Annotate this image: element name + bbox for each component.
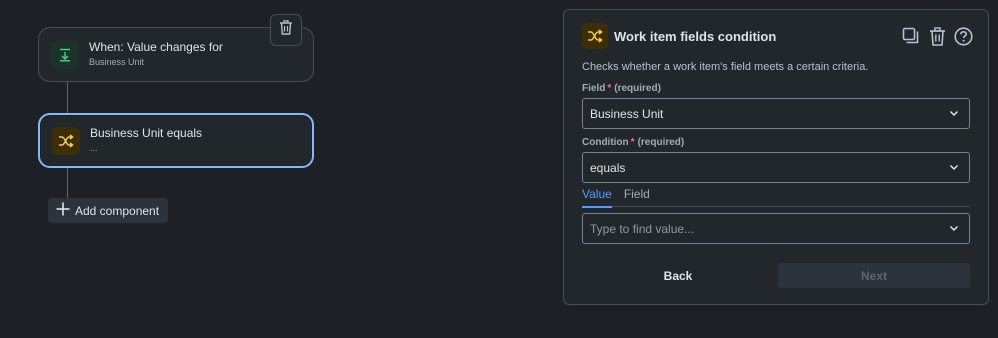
condition-select-value: equals: [590, 160, 626, 175]
panel-title: Work item fields condition: [614, 28, 777, 44]
field-select[interactable]: Business Unit: [582, 98, 970, 129]
next-button[interactable]: Next: [778, 263, 970, 288]
add-component-button[interactable]: Add component: [48, 198, 169, 223]
shuffle-icon: [582, 23, 608, 49]
trash-icon[interactable]: [926, 25, 948, 47]
condition-node-subtitle: ...: [90, 143, 98, 153]
condition-node[interactable]: Business Unit equals ...: [38, 113, 314, 168]
panel-header: Work item fields condition: [582, 23, 974, 49]
condition-node-title: Business Unit equals: [90, 126, 203, 140]
value-source-tabs: Value Field: [582, 187, 970, 208]
copy-icon[interactable]: [900, 25, 922, 47]
shuffle-icon: [52, 126, 80, 155]
connector-line: [67, 168, 68, 198]
field-label: Field * (required): [582, 83, 661, 94]
download-arrow-icon: [51, 40, 79, 69]
trash-icon: [279, 20, 293, 40]
tab-field[interactable]: Field: [624, 187, 650, 207]
help-icon[interactable]: [952, 25, 974, 47]
condition-label: Condition * (required): [582, 137, 685, 148]
back-button[interactable]: Back: [582, 263, 774, 288]
condition-config-panel: Work item fields condition Checks whethe…: [563, 9, 989, 305]
panel-description: Checks whether a work item's field meets…: [582, 61, 869, 73]
plus-icon: [55, 201, 75, 220]
value-search-placeholder: Type to find value...: [590, 221, 695, 236]
add-component-label: Add component: [75, 203, 160, 218]
tab-value[interactable]: Value: [582, 187, 612, 208]
trigger-node-subtitle: Business Unit: [89, 57, 145, 67]
value-search-input[interactable]: Type to find value...: [582, 213, 970, 244]
trigger-node-title: When: Value changes for: [89, 40, 223, 54]
connector-line: [67, 82, 68, 113]
chevron-down-icon: [949, 164, 959, 171]
chevron-down-icon: [949, 110, 959, 117]
automation-canvas: When: Value changes for Business Unit Bu…: [0, 0, 560, 338]
delete-node-button[interactable]: [270, 14, 302, 46]
condition-select[interactable]: equals: [582, 152, 970, 183]
field-select-value: Business Unit: [590, 106, 664, 121]
chevron-down-icon: [949, 225, 959, 232]
